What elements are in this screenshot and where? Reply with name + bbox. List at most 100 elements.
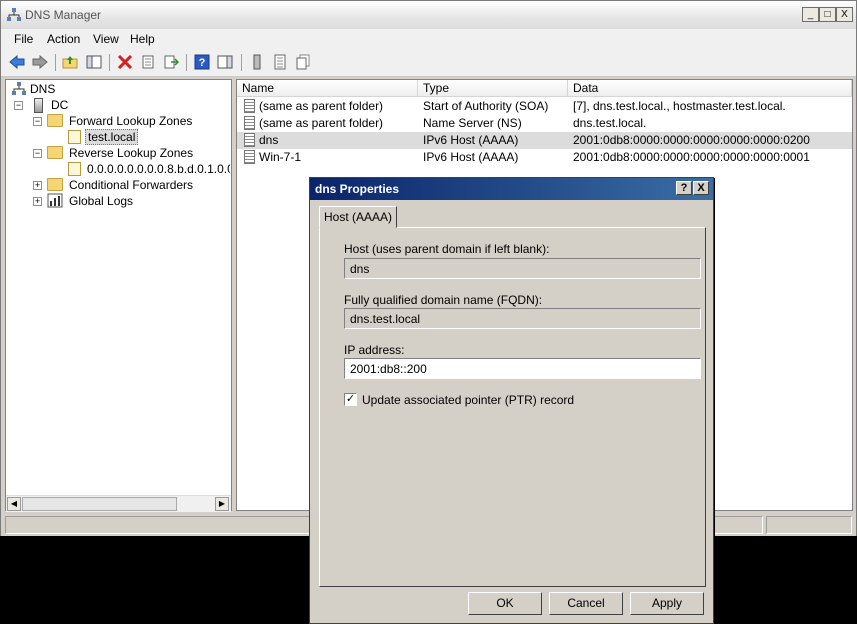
tree-label-conditional-forwarders: Conditional Forwarders: [69, 178, 194, 192]
server-icon: [253, 54, 261, 70]
dns-root-icon: [12, 82, 26, 95]
collapse-toggle[interactable]: −: [33, 117, 42, 126]
zone-icon: [68, 162, 81, 176]
record-type: IPv6 Host (AAAA): [423, 133, 519, 147]
dialog-title-bar: dns Properties ? X: [310, 178, 713, 200]
toolbar-separator: [241, 54, 242, 71]
record-data: [7], dns.test.local., hostmaster.test.lo…: [573, 99, 786, 113]
record-type: IPv6 Host (AAAA): [423, 150, 519, 164]
host-field[interactable]: dns: [344, 258, 701, 279]
folder-icon: [47, 114, 63, 127]
tab-host-aaaa[interactable]: Host (AAAA): [319, 206, 397, 228]
menu-file[interactable]: File: [14, 32, 33, 46]
server-icon: [34, 98, 43, 113]
tree-node-reverse-zone[interactable]: 0.0.0.0.0.0.0.0.8.b.d.0.1.0.0: [66, 161, 230, 177]
ip-address-field[interactable]: 2001:db8::200: [344, 358, 701, 379]
dialog-close-button[interactable]: X: [693, 181, 709, 195]
console-tree: DNS − DC − Forward Lookup Zones test.loc…: [5, 79, 232, 511]
record-name: Win-7-1: [259, 150, 302, 164]
folder-icon: [47, 178, 63, 191]
dialog-help-button[interactable]: ?: [676, 181, 692, 195]
column-header-data[interactable]: Data: [568, 80, 852, 97]
export-list-button[interactable]: [162, 53, 180, 71]
console-tree-icon: [86, 55, 102, 69]
menu-help[interactable]: Help: [130, 32, 155, 46]
menu-action[interactable]: Action: [47, 32, 80, 46]
dialog-title: dns Properties: [315, 182, 400, 196]
collapse-toggle[interactable]: −: [33, 149, 42, 158]
tree-label-global-logs: Global Logs: [69, 194, 134, 208]
record-name: (same as parent folder): [259, 99, 384, 113]
expand-toggle[interactable]: +: [33, 181, 42, 190]
help-button[interactable]: ?: [193, 53, 211, 71]
delete-button[interactable]: [116, 53, 134, 71]
tree-label-dc: DC: [51, 98, 69, 112]
expand-toggle[interactable]: +: [33, 197, 42, 206]
fqdn-field[interactable]: dns.test.local: [344, 308, 701, 329]
column-header-type[interactable]: Type: [418, 80, 568, 97]
scroll-right-arrow-icon[interactable]: ▶: [215, 497, 229, 511]
svg-text:?: ?: [199, 57, 206, 69]
tab-panel: Host (uses parent domain if left blank):…: [319, 227, 706, 587]
record-button[interactable]: [271, 53, 289, 71]
apply-button[interactable]: Apply: [630, 592, 704, 615]
toolbar-separator: [109, 54, 110, 71]
list-row-dns[interactable]: dns IPv6 Host (AAAA) 2001:0db8:0000:0000…: [237, 132, 852, 149]
scroll-thumb[interactable]: [22, 497, 177, 511]
menu-bar: File Action View Help: [1, 29, 856, 49]
back-button[interactable]: [8, 53, 26, 71]
export-list-icon: [164, 55, 179, 69]
show-action-pane-button[interactable]: [216, 53, 234, 71]
folder-icon: [47, 146, 63, 159]
collapse-toggle[interactable]: −: [14, 101, 23, 110]
record-type: Name Server (NS): [423, 116, 522, 130]
minimize-button[interactable]: _: [802, 7, 819, 22]
show-tree-button[interactable]: [85, 53, 103, 71]
copy-records-icon: [296, 54, 310, 70]
close-button[interactable]: X: [836, 7, 853, 22]
window-title: DNS Manager: [25, 8, 102, 22]
tree-label-forward-zones: Forward Lookup Zones: [69, 114, 193, 128]
menu-view[interactable]: View: [93, 32, 119, 46]
column-header-name[interactable]: Name: [237, 80, 418, 97]
record-name: (same as parent folder): [259, 116, 384, 130]
title-bar: DNS Manager _ □ X: [1, 1, 856, 30]
tree-label-test-local: test.local: [85, 129, 139, 145]
record-data: dns.test.local.: [573, 116, 647, 130]
ok-button[interactable]: OK: [468, 592, 542, 615]
list-row-soa[interactable]: (same as parent folder) Start of Authori…: [237, 98, 852, 115]
zone-icon: [68, 130, 81, 144]
toolbar-separator: [186, 54, 187, 71]
record-list-icon: [274, 54, 286, 70]
tree-label-dns: DNS: [30, 82, 56, 96]
record-name: dns: [259, 133, 279, 147]
action-pane-icon: [217, 55, 233, 69]
forward-arrow-icon: [32, 55, 48, 69]
host-label: Host (uses parent domain if left blank):: [344, 242, 550, 256]
event-log-icon: [47, 193, 63, 208]
properties-icon: [142, 55, 154, 69]
cancel-button[interactable]: Cancel: [549, 592, 623, 615]
dns-app-icon: [7, 8, 21, 21]
up-folder-icon: [62, 56, 78, 69]
list-row-ns[interactable]: (same as parent folder) Name Server (NS)…: [237, 115, 852, 132]
tree-horizontal-scrollbar[interactable]: ◀ ▶: [6, 495, 231, 512]
forward-button[interactable]: [31, 53, 49, 71]
maximize-button[interactable]: □: [819, 7, 836, 22]
record-type: Start of Authority (SOA): [423, 99, 549, 113]
ptr-checkbox-label[interactable]: Update associated pointer (PTR) record: [362, 393, 574, 407]
properties-button[interactable]: [139, 53, 157, 71]
copy-records-button[interactable]: [294, 53, 312, 71]
tree-label-reverse-zones: Reverse Lookup Zones: [69, 146, 194, 160]
ip-address-label: IP address:: [344, 343, 405, 357]
toolbar: ?: [1, 49, 856, 77]
scroll-left-arrow-icon[interactable]: ◀: [7, 497, 21, 511]
ptr-checkbox[interactable]: ✓: [344, 393, 357, 406]
server-button[interactable]: [248, 53, 266, 71]
up-folder-button[interactable]: [61, 53, 79, 71]
dns-record-icon: [244, 116, 255, 130]
back-arrow-icon: [9, 55, 25, 69]
status-panel-secondary: [766, 516, 852, 534]
list-row-win-7-1[interactable]: Win-7-1 IPv6 Host (AAAA) 2001:0db8:0000:…: [237, 149, 852, 166]
fqdn-label: Fully qualified domain name (FQDN):: [344, 293, 543, 307]
